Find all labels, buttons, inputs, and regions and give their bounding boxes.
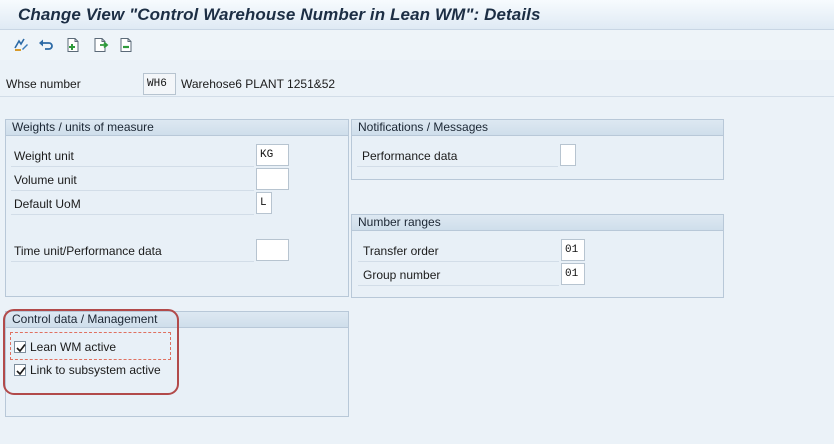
row-divider: [357, 166, 558, 167]
whse-number-field[interactable]: WH6: [143, 73, 176, 95]
application-toolbar: [0, 30, 834, 60]
whse-number-label: Whse number: [6, 77, 81, 91]
weight-unit-label: Weight unit: [14, 149, 74, 163]
row-divider: [11, 214, 254, 215]
title-bar: Change View "Control Warehouse Number in…: [0, 0, 834, 30]
highlight-ring: [3, 309, 179, 395]
page-title: Change View "Control Warehouse Number in…: [18, 5, 541, 24]
copy-button[interactable]: [93, 37, 109, 53]
row-divider: [11, 190, 254, 191]
group-number-field[interactable]: 01: [561, 263, 585, 285]
new-entries-icon: [65, 37, 81, 53]
transfer-order-label: Transfer order: [363, 244, 439, 258]
group-number-label: Group number: [363, 268, 441, 282]
row-divider: [358, 261, 559, 262]
volume-unit-label: Volume unit: [14, 173, 77, 187]
notifications-group-title: Notifications / Messages: [352, 120, 723, 136]
header-divider: [0, 96, 834, 97]
delete-icon: [118, 37, 134, 53]
row-divider: [11, 166, 254, 167]
volume-unit-field[interactable]: [256, 168, 289, 190]
display-change-icon: [13, 37, 29, 53]
transfer-order-field[interactable]: 01: [561, 239, 585, 261]
weights-group-title: Weights / units of measure: [6, 120, 348, 136]
default-uom-label: Default UoM: [14, 197, 81, 211]
row-divider: [11, 261, 254, 262]
time-unit-label: Time unit/Performance data: [14, 244, 162, 258]
number-ranges-group-title: Number ranges: [352, 215, 723, 231]
default-uom-field[interactable]: L: [256, 192, 272, 214]
undo-icon: [38, 37, 54, 53]
row-divider: [358, 285, 559, 286]
delete-button[interactable]: [118, 37, 134, 53]
time-unit-field[interactable]: [256, 239, 289, 261]
new-entries-button[interactable]: [65, 37, 81, 53]
performance-data-label: Performance data: [362, 149, 458, 163]
whse-description: Warehose6 PLANT 1251&52: [181, 77, 336, 91]
copy-icon: [93, 37, 109, 53]
weight-unit-field[interactable]: KG: [256, 144, 289, 166]
undo-button[interactable]: [38, 37, 54, 53]
performance-data-field[interactable]: [560, 144, 576, 166]
display-change-button[interactable]: [13, 37, 29, 53]
